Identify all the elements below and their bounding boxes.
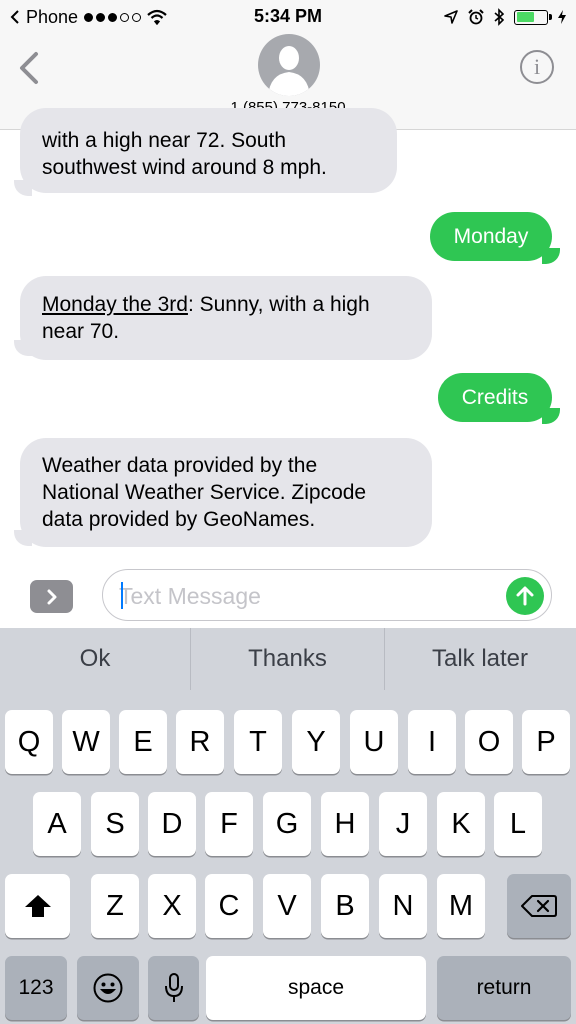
- smiley-icon: [93, 973, 123, 1003]
- key-m[interactable]: M: [437, 874, 485, 938]
- message-line: National Weather Service. Zipcode: [42, 481, 367, 504]
- bubble-tail: [14, 530, 32, 546]
- bubble-tail: [542, 248, 560, 264]
- person-silhouette-icon: [268, 46, 310, 96]
- message-incoming-credits[interactable]: Weather data provided by the National We…: [20, 438, 432, 547]
- key-s[interactable]: S: [91, 792, 139, 856]
- quicktype-bar: Ok Thanks Talk later: [0, 628, 576, 690]
- key-p[interactable]: P: [522, 710, 570, 774]
- arrow-up-icon: [516, 586, 534, 606]
- key-v[interactable]: V: [263, 874, 311, 938]
- message-incoming-forecast-tail[interactable]: with a high near 72. South southwest win…: [20, 108, 397, 193]
- text-cursor: [121, 582, 123, 609]
- key-q[interactable]: Q: [5, 710, 53, 774]
- chevron-left-icon[interactable]: [14, 48, 44, 88]
- info-icon[interactable]: i: [520, 50, 554, 84]
- return-key[interactable]: return: [437, 956, 571, 1020]
- key-i[interactable]: I: [408, 710, 456, 774]
- key-z[interactable]: Z: [91, 874, 139, 938]
- backspace-icon: [521, 895, 557, 917]
- key-n[interactable]: N: [379, 874, 427, 938]
- send-button[interactable]: [506, 577, 544, 615]
- key-w[interactable]: W: [62, 710, 110, 774]
- microphone-icon: [164, 973, 183, 1002]
- battery-icon: [514, 9, 552, 25]
- alarm-clock-icon: [468, 9, 484, 25]
- message-line: southwest wind around 8 mph.: [42, 156, 327, 179]
- date-link[interactable]: Monday the 3rd: [42, 293, 188, 316]
- space-key[interactable]: space: [206, 956, 426, 1020]
- key-j[interactable]: J: [379, 792, 427, 856]
- message-line: with a high near 72. South: [42, 129, 287, 152]
- chevron-right-icon: [47, 589, 56, 604]
- suggestion-talk-later[interactable]: Talk later: [385, 628, 575, 690]
- message-line: Monday the 3rd: Sunny, with a high: [42, 293, 370, 316]
- key-t[interactable]: T: [234, 710, 282, 774]
- suggestion-ok[interactable]: Ok: [0, 628, 190, 690]
- key-e[interactable]: E: [119, 710, 167, 774]
- delete-key[interactable]: [507, 874, 571, 938]
- keyboard: Ok Thanks Talk later Q W E R T Y U I O P…: [0, 628, 576, 1024]
- key-l[interactable]: L: [494, 792, 542, 856]
- key-a[interactable]: A: [33, 792, 81, 856]
- dictation-key[interactable]: [148, 956, 199, 1020]
- emoji-key[interactable]: [77, 956, 139, 1020]
- key-o[interactable]: O: [465, 710, 513, 774]
- message-input-container[interactable]: [102, 569, 552, 621]
- key-d[interactable]: D: [148, 792, 196, 856]
- key-x[interactable]: X: [148, 874, 196, 938]
- bubble-tail: [14, 340, 32, 356]
- bluetooth-icon: [494, 8, 504, 26]
- status-bar: Phone 5:34 PM: [0, 0, 576, 34]
- numbers-key[interactable]: 123: [5, 956, 67, 1020]
- key-b[interactable]: B: [321, 874, 369, 938]
- location-arrow-icon: [444, 10, 458, 24]
- key-k[interactable]: K: [437, 792, 485, 856]
- shift-arrow-icon: [24, 895, 51, 917]
- expand-apps-button[interactable]: [30, 580, 73, 613]
- message-outgoing-credits[interactable]: Credits: [438, 373, 552, 422]
- message-line: data provided by GeoNames.: [42, 508, 316, 531]
- shift-key[interactable]: [5, 874, 70, 938]
- message-line: Weather data provided by the: [42, 454, 318, 477]
- contact-avatar[interactable]: [258, 34, 320, 96]
- charging-bolt-icon: [558, 10, 566, 24]
- status-right: [444, 6, 566, 28]
- key-y[interactable]: Y: [292, 710, 340, 774]
- bubble-tail: [14, 180, 32, 196]
- key-u[interactable]: U: [350, 710, 398, 774]
- suggestion-thanks[interactable]: Thanks: [191, 628, 384, 690]
- message-line: near 70.: [42, 320, 120, 343]
- key-g[interactable]: G: [263, 792, 311, 856]
- key-c[interactable]: C: [205, 874, 253, 938]
- key-f[interactable]: F: [205, 792, 253, 856]
- battery-fill: [516, 12, 535, 22]
- key-h[interactable]: H: [321, 792, 369, 856]
- message-incoming-monday-forecast[interactable]: Monday the 3rd: Sunny, with a high near …: [20, 276, 432, 360]
- key-r[interactable]: R: [176, 710, 224, 774]
- message-input[interactable]: [119, 580, 489, 612]
- message-outgoing-monday[interactable]: Monday: [430, 212, 552, 261]
- bubble-tail: [542, 408, 560, 424]
